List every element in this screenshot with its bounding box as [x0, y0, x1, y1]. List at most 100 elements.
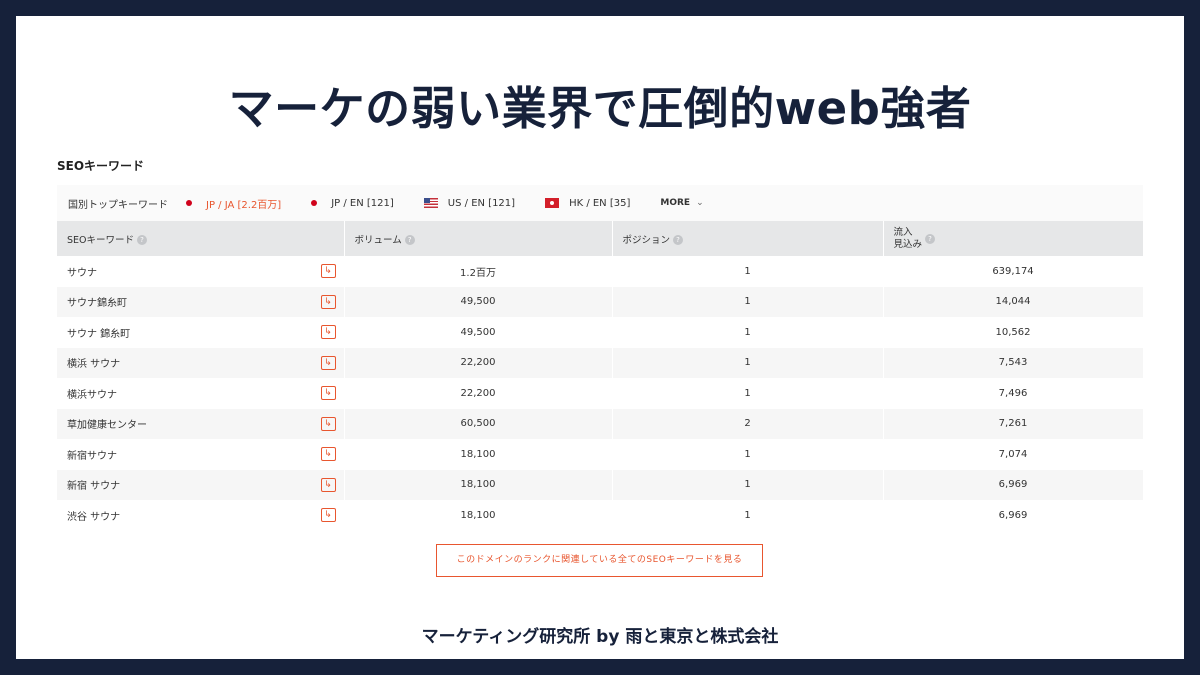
help-icon[interactable]: ?: [137, 235, 148, 245]
page-title: マーケの弱い業界で圧倒的web強者: [228, 82, 972, 135]
volume-cell-text: 49,500: [460, 296, 496, 308]
traffic-cell-text: 6,969: [998, 479, 1028, 491]
position-cell-text: 1: [744, 479, 751, 491]
keyword-cell-text: 横浜サウナ: [67, 389, 117, 401]
column-header-position[interactable]: ポジション?: [612, 221, 884, 256]
table-row: サウナ ↳ 1.2百万 1 639,174: [57, 256, 1144, 287]
us-flag-icon: [423, 198, 438, 208]
position-cell: 1: [612, 256, 884, 287]
table-row: 横浜サウナ ↳ 22,200 1 7,496: [57, 378, 1144, 409]
keyword-cell: 新宿 サウナ ↳: [57, 469, 345, 500]
keyword-cell: サウナ ↳: [57, 256, 345, 287]
external-link-icon[interactable]: ↳: [320, 355, 336, 370]
external-link-icon[interactable]: ↳: [320, 416, 336, 431]
keyword-cell-text: サウナ 錦糸町: [67, 328, 131, 340]
keyword-cell: 横浜 サウナ ↳: [57, 347, 345, 378]
traffic-cell-text: 7,496: [998, 387, 1028, 399]
see-all-keywords-button[interactable]: このドメインのランクに関連している全てのSEOキーワードを見る: [436, 544, 763, 577]
keyword-cell: 渋谷 サウナ ↳: [57, 500, 345, 531]
external-link-icon[interactable]: ↳: [320, 447, 336, 461]
volume-cell-text: 1.2百万: [460, 267, 496, 279]
help-icon[interactable]: ?: [673, 235, 684, 245]
position-cell: 2: [612, 408, 884, 439]
position-cell-text: 1: [744, 326, 751, 338]
external-link-icon[interactable]: ↳: [320, 325, 336, 339]
country-filter-item[interactable]: JP / EN [121]: [311, 198, 394, 209]
more-dropdown[interactable]: MORE ⌄: [660, 198, 703, 208]
traffic-cell: 7,074: [883, 439, 1144, 470]
position-cell-text: 2: [744, 418, 751, 430]
table-body: サウナ ↳ 1.2百万 1 639,174 サウナ錦糸町 ↳ 49,500 1 14,044 サウナ…: [57, 256, 1144, 531]
traffic-cell-text: 6,969: [998, 509, 1028, 521]
position-cell-text: 1: [744, 387, 751, 399]
volume-cell-text: 22,200: [460, 357, 496, 369]
column-header-keyword[interactable]: SEOキーワード?: [57, 221, 345, 256]
keyword-cell-text: 草加健康センター: [67, 420, 147, 432]
external-link-icon[interactable]: ↳: [320, 386, 336, 400]
jp-flag-icon: [311, 200, 318, 206]
traffic-cell: 14,044: [883, 286, 1144, 317]
jp-flag-icon: [186, 200, 192, 206]
table-header-row: SEOキーワード? ボリューム? ポジション? 流入 見込み?: [57, 221, 1144, 256]
country-filter-label: 国別トップキーワード: [68, 199, 168, 211]
table-row: 草加健康センター ↳ 60,500 2 7,261: [57, 408, 1144, 439]
help-icon[interactable]: ?: [404, 235, 415, 245]
traffic-cell: 7,496: [883, 378, 1144, 409]
position-cell-text: 1: [744, 509, 751, 521]
position-cell-text: 1: [744, 357, 751, 369]
traffic-cell-text: 7,543: [998, 357, 1028, 369]
keyword-cell-text: 新宿サウナ: [67, 450, 117, 462]
volume-cell-text: 22,200: [460, 387, 496, 399]
position-cell: 1: [612, 500, 884, 531]
help-icon[interactable]: ?: [925, 233, 936, 244]
country-filter-item[interactable]: US / EN [121]: [423, 198, 515, 209]
traffic-cell-text: 10,562: [995, 326, 1031, 338]
position-cell: 1: [612, 439, 884, 470]
traffic-cell-text: 14,044: [995, 296, 1031, 308]
slide: マーケの弱い業界で圧倒的web強者 SEOキーワード 国別トップキーワード JP…: [16, 16, 1184, 659]
external-link-icon[interactable]: ↳: [320, 294, 336, 309]
position-cell: 1: [612, 286, 884, 317]
hk-flag-icon: [545, 198, 560, 208]
chevron-down-icon: ⌄: [696, 198, 704, 208]
keyword-cell-text: 横浜 サウナ: [67, 359, 121, 371]
country-filter-item[interactable]: JP / JA [2.2百万]: [186, 196, 281, 211]
footer-credit: マーケティング研究所 by 雨と東京と株式会社: [421, 627, 779, 647]
keyword-cell-text: サウナ錦糸町: [67, 298, 127, 310]
traffic-cell: 639,174: [883, 256, 1144, 287]
country-filter-text: HK / EN [35]: [569, 197, 631, 209]
column-header-label: ボリューム: [354, 234, 402, 246]
keyword-cell-text: 渋谷 サウナ: [67, 511, 121, 523]
position-cell: 1: [612, 378, 884, 409]
traffic-cell: 6,969: [883, 469, 1144, 500]
volume-cell: 49,500: [344, 286, 613, 317]
volume-cell: 18,100: [344, 500, 613, 531]
volume-cell: 1.2百万: [344, 256, 613, 287]
position-cell: 1: [612, 317, 884, 348]
table-row: サウナ 錦糸町 ↳ 49,500 1 10,562: [57, 317, 1144, 348]
column-header-volume[interactable]: ボリューム?: [344, 221, 613, 256]
volume-cell-text: 18,100: [460, 448, 496, 460]
table-row: サウナ錦糸町 ↳ 49,500 1 14,044: [57, 286, 1144, 317]
country-filter-item[interactable]: HK / EN [35]: [545, 198, 630, 209]
volume-cell: 18,100: [344, 469, 613, 500]
position-cell-text: 1: [744, 448, 751, 460]
column-header-label: SEOキーワード: [67, 234, 135, 246]
column-header-traffic[interactable]: 流入 見込み?: [883, 221, 1144, 256]
traffic-cell: 6,969: [883, 500, 1144, 531]
column-header-label: ポジション: [622, 234, 671, 246]
table-row: 横浜 サウナ ↳ 22,200 1 7,543: [57, 347, 1144, 378]
position-cell: 1: [612, 347, 884, 378]
position-cell-text: 1: [744, 296, 751, 308]
volume-cell: 60,500: [344, 408, 613, 439]
traffic-cell: 7,543: [883, 347, 1144, 378]
external-link-icon[interactable]: ↳: [320, 264, 336, 278]
more-label: MORE: [660, 198, 691, 208]
seo-keyword-table: SEOキーワード? ボリューム? ポジション? 流入 見込み? サウナ ↳ 1.2百万…: [57, 221, 1144, 531]
keyword-cell: サウナ 錦糸町 ↳: [57, 317, 345, 348]
keyword-cell: 草加健康センター ↳: [57, 408, 345, 439]
volume-cell: 49,500: [344, 317, 613, 348]
external-link-icon[interactable]: ↳: [320, 508, 336, 522]
volume-cell: 22,200: [344, 347, 613, 378]
external-link-icon[interactable]: ↳: [320, 477, 336, 492]
